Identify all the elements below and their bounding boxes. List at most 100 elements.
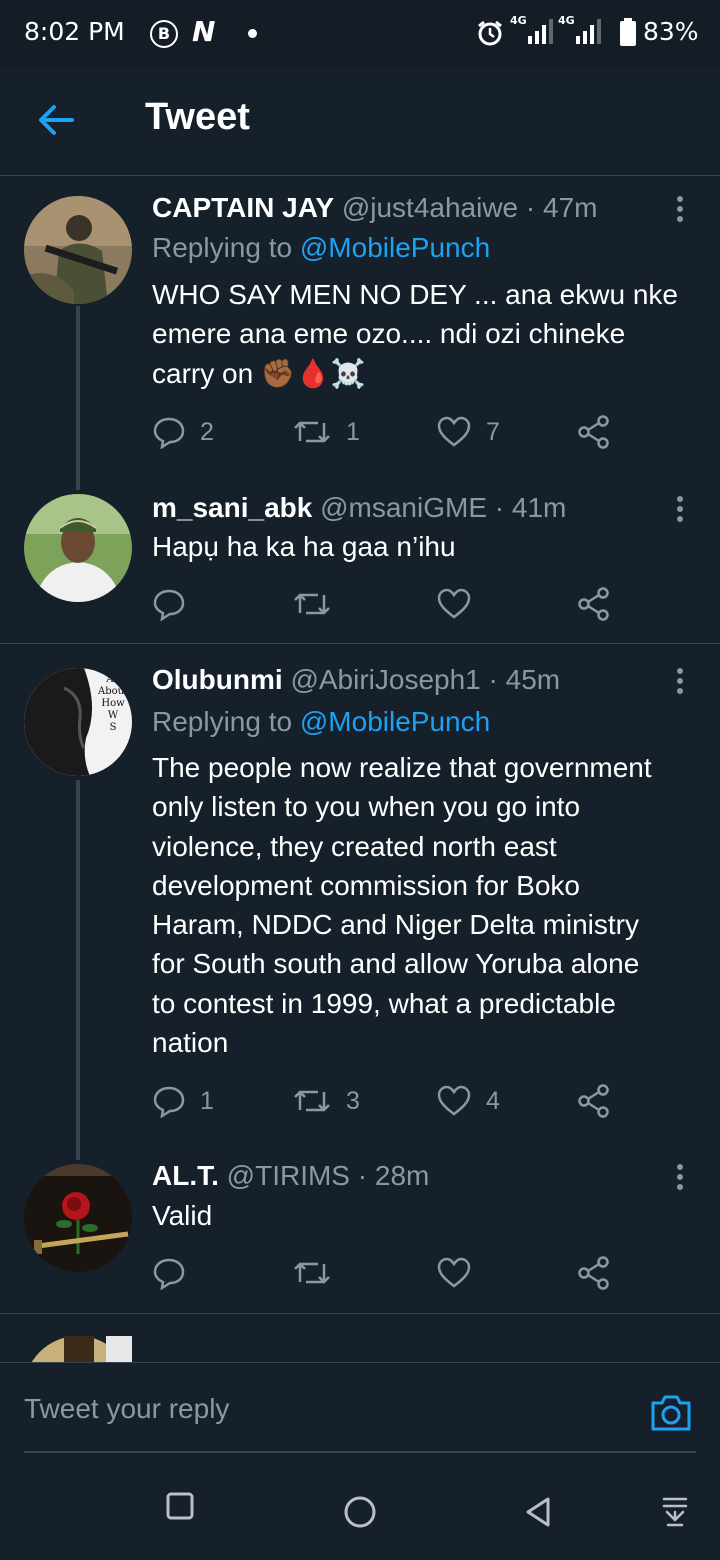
more-vertical-icon[interactable] — [672, 1164, 688, 1194]
replying-to: Replying to @MobilePunch — [152, 232, 490, 264]
battery-icon — [620, 18, 636, 46]
more-vertical-icon[interactable] — [672, 668, 688, 698]
status-time: 8:02 PM — [24, 17, 125, 46]
like-count: 4 — [486, 1086, 500, 1115]
like-button[interactable]: 7 — [436, 412, 500, 452]
tweet-line: nation — [152, 1027, 229, 1059]
back-triangle-icon[interactable] — [524, 1496, 552, 1528]
author-name[interactable]: Olubunmi — [152, 664, 283, 695]
retweet-button[interactable] — [292, 584, 332, 624]
share-button[interactable] — [576, 412, 612, 452]
tweet-line: development commission for Boko — [152, 869, 580, 901]
tweet-time: 41m — [511, 492, 567, 523]
arrow-left-icon[interactable] — [36, 102, 76, 138]
tweet-line: Haram, NDDC and Niger Delta ministry — [152, 909, 640, 941]
tweet-text: The people now realize that government o… — [152, 748, 697, 1062]
avatar-word: How — [101, 698, 125, 709]
tweet-actions — [152, 584, 632, 624]
tweet-text: WHO SAY MEN NO DEY ... ana ekwu nke emer… — [152, 275, 697, 393]
notification-pulldown-icon[interactable] — [662, 1496, 688, 1528]
retweet-icon — [294, 593, 330, 615]
reply-button[interactable] — [152, 584, 186, 624]
more-vertical-icon[interactable] — [672, 196, 688, 226]
more-vertical-icon[interactable] — [672, 496, 688, 526]
app-header: Tweet — [0, 66, 720, 176]
like-button[interactable] — [436, 1253, 472, 1293]
separator-dot: · — [488, 664, 498, 695]
tweet-item[interactable]: All About How W S Olubunmi @AbiriJoseph1… — [0, 644, 720, 1160]
recent-apps-icon[interactable] — [166, 1492, 194, 1520]
author-handle[interactable]: @TIRIMS — [227, 1160, 350, 1191]
tweet-item[interactable]: m_sani_abk @msaniGME · 41m Hapụ ha ka ha… — [0, 476, 720, 644]
replying-to: Replying to @MobilePunch — [152, 706, 490, 738]
mention-link[interactable]: @MobilePunch — [300, 706, 490, 737]
retweet-button[interactable]: 3 — [292, 1081, 360, 1121]
tweet-item[interactable]: CAPTAIN JAY @just4ahaiwe · 47m Replying … — [0, 176, 720, 490]
avatar-word: All — [106, 674, 120, 685]
mention-link[interactable]: @MobilePunch — [300, 232, 490, 263]
share-button[interactable] — [576, 1253, 612, 1293]
author-name[interactable]: CAPTAIN JAY — [152, 192, 334, 223]
system-navigation-bar — [0, 1462, 720, 1560]
like-button[interactable] — [436, 584, 472, 624]
author-name[interactable]: AL.T. — [152, 1160, 219, 1191]
tweet-header: AL.T. @TIRIMS · 28m — [152, 1160, 429, 1192]
notification-dot-icon — [248, 29, 257, 38]
share-button[interactable] — [576, 584, 612, 624]
avatar-word: W — [107, 710, 119, 721]
share-button[interactable] — [576, 1081, 612, 1121]
divider — [0, 1313, 720, 1314]
heart-icon — [437, 1085, 471, 1116]
tweet-line: WHO SAY MEN NO DEY ... ana ekwu nke — [152, 279, 678, 310]
tweet-line: for South south and allow Yoruba alone — [152, 948, 640, 980]
retweet-icon — [294, 1262, 330, 1284]
tweet-line: to contest in 1999, what a predictable — [152, 987, 616, 1019]
reply-count: 2 — [200, 417, 214, 446]
avatar[interactable] — [24, 1336, 132, 1362]
heart-icon — [437, 588, 471, 619]
author-handle[interactable]: @msaniGME — [320, 492, 487, 523]
reply-input[interactable]: Tweet your reply — [24, 1393, 229, 1425]
like-button[interactable]: 4 — [436, 1081, 500, 1121]
retweet-count: 1 — [346, 417, 360, 446]
share-icon — [578, 1084, 609, 1118]
retweet-button[interactable] — [292, 1253, 332, 1293]
tweet-actions: 1 3 4 — [152, 1081, 632, 1121]
speech-bubble-icon — [153, 417, 185, 449]
share-icon — [578, 1256, 609, 1290]
retweet-icon — [294, 421, 330, 443]
tweet-text: Valid — [152, 1196, 697, 1235]
thread-line — [76, 306, 80, 490]
author-handle[interactable]: @AbiriJoseph1 — [290, 664, 480, 695]
avatar[interactable] — [24, 196, 132, 304]
thread-line — [76, 780, 80, 1160]
tweet-item[interactable]: AL.T. @TIRIMS · 28m Valid — [0, 1144, 720, 1314]
tweet-line: The people now realize that government — [152, 752, 652, 783]
camera-icon[interactable] — [650, 1393, 692, 1433]
separator-dot: · — [494, 492, 505, 523]
battery-percent: 83% — [643, 17, 699, 46]
home-icon[interactable] — [343, 1495, 377, 1529]
heart-icon — [437, 1257, 471, 1288]
replying-label: Replying to — [152, 706, 293, 737]
n-app-icon: N — [192, 15, 215, 48]
avatar[interactable]: All About How W S — [24, 668, 132, 776]
tweet-line: carry on ✊🏾🩸☠️ — [152, 357, 366, 389]
author-handle[interactable]: @just4ahaiwe — [342, 192, 518, 223]
reply-button[interactable]: 1 — [152, 1081, 214, 1121]
avatar-word: S — [109, 722, 117, 733]
tweet-text: Hapụ ha ka ha gaa n’ihu — [152, 527, 697, 566]
avatar[interactable] — [24, 1164, 132, 1272]
avatar[interactable] — [24, 494, 132, 602]
tweet-actions — [152, 1253, 632, 1293]
reply-button[interactable] — [152, 1253, 186, 1293]
reply-composer: Tweet your reply — [0, 1362, 720, 1462]
tweet-time: 45m — [505, 664, 561, 695]
reply-count: 1 — [200, 1086, 214, 1115]
author-name[interactable]: m_sani_abk — [152, 492, 312, 523]
status-bar: 8:02 PM B N 4G 4G 83% — [0, 0, 720, 66]
tweet-time: 28m — [374, 1160, 430, 1191]
reply-button[interactable]: 2 — [152, 412, 214, 452]
retweet-count: 3 — [346, 1086, 360, 1115]
retweet-button[interactable]: 1 — [292, 412, 360, 452]
